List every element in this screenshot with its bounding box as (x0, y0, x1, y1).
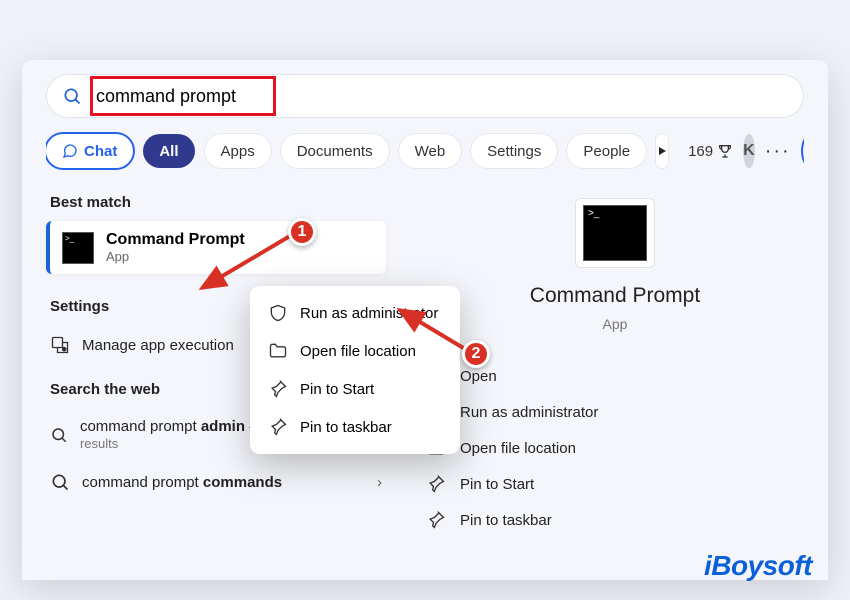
context-item-label: Pin to taskbar (300, 419, 392, 436)
open-label: Open (460, 368, 497, 385)
app-preview: Command Prompt App (426, 198, 804, 332)
web-result-item[interactable]: command prompt commands › (46, 462, 386, 502)
watermark: iBoysoft (704, 550, 812, 582)
user-avatar[interactable]: K (743, 134, 755, 168)
bing-chat-button[interactable] (801, 132, 804, 170)
trophy-icon (717, 143, 733, 159)
settings-alias-icon (50, 335, 70, 355)
tab-documents-label: Documents (297, 143, 373, 160)
tab-settings-label: Settings (487, 143, 541, 160)
pin-icon (426, 474, 446, 494)
tab-all[interactable]: All (143, 134, 194, 168)
search-input[interactable]: command prompt (90, 84, 788, 109)
context-pin-to-taskbar[interactable]: Pin to taskbar (250, 408, 460, 446)
app-subtitle: App (603, 316, 628, 332)
search-icon (50, 425, 68, 445)
action-label: Pin to Start (460, 476, 534, 493)
context-item-label: Pin to Start (300, 381, 374, 398)
play-icon (656, 145, 668, 157)
settings-item-label: Manage app execution (82, 337, 234, 354)
run-as-admin-action[interactable]: Run as administrator (426, 396, 804, 428)
annotation-arrow-1 (190, 230, 300, 300)
more-options-button[interactable]: ··· (765, 140, 791, 163)
tab-web-label: Web (415, 143, 446, 160)
pin-icon (268, 417, 288, 437)
tab-people-label: People (583, 143, 630, 160)
search-bar[interactable]: command prompt (46, 74, 804, 118)
open-file-location-action[interactable]: Open file location (426, 432, 804, 464)
tab-web[interactable]: Web (399, 134, 462, 168)
app-tile (575, 198, 655, 268)
pin-icon (268, 379, 288, 399)
app-title: Command Prompt (530, 284, 700, 308)
more-filters-button[interactable] (656, 134, 668, 168)
pin-to-taskbar-action[interactable]: Pin to taskbar (426, 504, 804, 536)
rewards-button[interactable]: 169 (688, 143, 733, 160)
action-label: Run as administrator (460, 404, 598, 421)
folder-icon (268, 341, 288, 361)
tab-settings[interactable]: Settings (471, 134, 557, 168)
bing-icon (803, 141, 804, 161)
tab-apps-label: Apps (221, 143, 255, 160)
web-result-text: command prompt commands (82, 474, 282, 491)
search-icon (50, 472, 70, 492)
tab-chat-label: Chat (84, 143, 117, 160)
pin-to-start-action[interactable]: Pin to Start (426, 468, 804, 500)
rewards-points: 169 (688, 143, 713, 160)
annotation-step-2: 2 (462, 340, 490, 368)
tab-apps[interactable]: Apps (205, 134, 271, 168)
tab-all-label: All (159, 143, 178, 160)
tab-people[interactable]: People (567, 134, 646, 168)
app-actions: Open Run as administrator Open file loca… (426, 360, 804, 536)
search-icon (62, 86, 82, 106)
filter-row: Chat All Apps Documents Web Settings Peo… (46, 132, 804, 170)
chat-icon (62, 143, 78, 159)
avatar-initial: K (743, 142, 755, 160)
best-match-label: Best match (46, 188, 386, 221)
command-prompt-icon (62, 232, 94, 264)
annotation-step-1: 1 (288, 218, 316, 246)
tab-chat[interactable]: Chat (46, 134, 133, 168)
shield-icon (268, 303, 288, 323)
chevron-right-icon: › (377, 474, 382, 491)
tab-documents[interactable]: Documents (281, 134, 389, 168)
pin-icon (426, 510, 446, 530)
action-label: Pin to taskbar (460, 512, 552, 529)
context-pin-to-start[interactable]: Pin to Start (250, 370, 460, 408)
action-label: Open file location (460, 440, 576, 457)
command-prompt-icon (583, 205, 647, 261)
